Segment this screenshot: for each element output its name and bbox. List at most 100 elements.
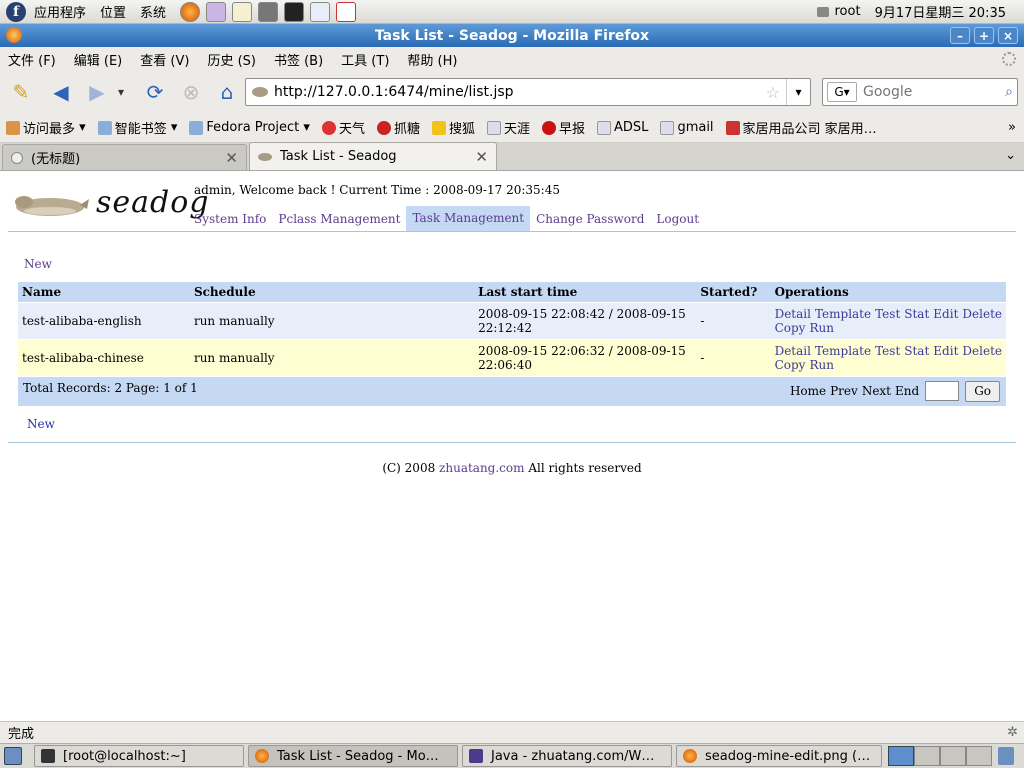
op-delete[interactable]: Delete — [962, 307, 1002, 321]
menu-edit[interactable]: 编辑 (E) — [74, 50, 123, 69]
firefox-launcher-icon[interactable] — [180, 1, 201, 22]
menu-bookmarks[interactable]: 书签 (B) — [274, 50, 323, 69]
pager-end[interactable]: End — [895, 384, 919, 398]
home-icon[interactable]: ⌂ — [214, 79, 240, 105]
op-test[interactable]: Test — [875, 307, 900, 321]
task-terminal[interactable]: [root@localhost:~] — [34, 745, 244, 767]
op-edit[interactable]: Edit — [933, 344, 958, 358]
bookmark-fedora[interactable]: Fedora Project ▾ — [189, 120, 310, 135]
nav-pclass-management[interactable]: Pclass Management — [272, 212, 406, 226]
show-desktop-icon[interactable] — [4, 747, 22, 765]
bookmark-tianya[interactable]: 天涯 — [487, 118, 530, 137]
system-menu[interactable]: 系统 — [140, 2, 166, 21]
page-number-input[interactable] — [925, 381, 960, 402]
bookmark-gmail[interactable]: gmail — [660, 120, 714, 135]
op-template[interactable]: Template — [815, 307, 871, 321]
eclipse-launcher-icon[interactable] — [336, 1, 357, 22]
customize-icon[interactable]: ✎ — [8, 79, 34, 105]
trash-icon[interactable] — [998, 747, 1014, 765]
minimize-icon[interactable]: – — [950, 27, 970, 44]
clock[interactable]: 9月17日星期三 20:35 — [875, 2, 1006, 21]
menu-help[interactable]: 帮助 (H) — [407, 50, 457, 69]
tab-close-icon[interactable]: ✕ — [475, 148, 488, 166]
search-icon[interactable]: ⌕ — [1005, 84, 1013, 100]
op-run[interactable]: Run — [809, 321, 834, 335]
task-eclipse[interactable]: Java - zhuatang.com/W… — [462, 745, 672, 767]
menu-tools[interactable]: 工具 (T) — [341, 50, 389, 69]
copyright-link[interactable]: zhuatang.com — [439, 461, 524, 475]
bookmark-home-goods[interactable]: 家居用品公司 家居用… — [725, 118, 877, 137]
url-bar[interactable]: ☆ ▾ — [245, 78, 811, 106]
bookmark-adsl[interactable]: ADSL — [597, 120, 648, 135]
close-icon[interactable]: × — [998, 27, 1018, 44]
workspace-1[interactable] — [888, 746, 914, 766]
menu-history[interactable]: 历史 (S) — [207, 50, 256, 69]
op-template[interactable]: Template — [815, 344, 871, 358]
bookmark-weather[interactable]: 天气 — [321, 118, 365, 137]
bookmark-star-icon[interactable]: ☆ — [766, 83, 780, 102]
pager-home[interactable]: Home — [790, 384, 826, 398]
gimp-launcher-icon[interactable] — [258, 1, 279, 22]
pager: Home Prev Next End Go — [786, 380, 1000, 402]
bookmarks-overflow-icon[interactable]: » — [1008, 120, 1016, 135]
go-button[interactable]: Go — [965, 380, 1000, 402]
pidgin-launcher-icon[interactable] — [206, 1, 227, 22]
task-firefox[interactable]: Task List - Seadog - Mo… — [248, 745, 458, 767]
terminal-launcher-icon[interactable] — [284, 1, 305, 22]
search-input[interactable] — [863, 84, 993, 100]
history-dropdown-icon[interactable]: ▾ — [114, 79, 128, 105]
stop-icon[interactable]: ⊗ — [178, 79, 204, 105]
op-detail[interactable]: Detail — [775, 344, 811, 358]
op-copy[interactable]: Copy — [775, 358, 806, 372]
nav-task-management[interactable]: Task Management — [406, 206, 531, 231]
tab-task-list[interactable]: Task List - Seadog ✕ — [249, 142, 497, 170]
search-engine-icon[interactable]: G▾ — [827, 82, 857, 102]
op-stat[interactable]: Stat — [904, 344, 929, 358]
workspace-2[interactable] — [914, 746, 940, 766]
url-dropdown-icon[interactable]: ▾ — [786, 79, 810, 105]
task-image-viewer[interactable]: seadog-mine-edit.png (… — [676, 745, 882, 767]
menu-file[interactable]: 文件 (F) — [8, 50, 56, 69]
new-task-link-bottom[interactable]: New — [27, 417, 55, 431]
reload-icon[interactable]: ⟳ — [142, 79, 168, 105]
menu-view[interactable]: 查看 (V) — [140, 50, 189, 69]
bookmark-sohu[interactable]: 搜狐 — [431, 118, 475, 137]
bookmark-most-visited[interactable]: 访问最多 ▾ — [6, 118, 86, 137]
fedora-logo-icon[interactable]: f — [6, 1, 26, 22]
nav-change-password[interactable]: Change Password — [530, 212, 650, 226]
tab-close-icon[interactable]: ✕ — [225, 149, 238, 167]
tab-untitled[interactable]: (无标题) ✕ — [2, 144, 247, 170]
op-edit[interactable]: Edit — [933, 307, 958, 321]
op-run[interactable]: Run — [809, 358, 834, 372]
system-menus: 应用程序 位置 系统 — [34, 2, 180, 21]
nav-logout[interactable]: Logout — [650, 212, 705, 226]
nav-system-info[interactable]: System Info — [188, 212, 272, 226]
network-launcher-icon[interactable] — [310, 1, 331, 22]
op-copy[interactable]: Copy — [775, 321, 806, 335]
bookmark-smart[interactable]: 智能书签 ▾ — [97, 118, 177, 137]
workspace-3[interactable] — [940, 746, 966, 766]
user-name[interactable]: root — [835, 4, 861, 19]
pager-prev[interactable]: Prev — [830, 384, 858, 398]
back-icon[interactable]: ◀ — [48, 79, 74, 105]
pager-next[interactable]: Next — [862, 384, 891, 398]
text-editor-launcher-icon[interactable] — [232, 1, 253, 22]
op-stat[interactable]: Stat — [904, 307, 929, 321]
applications-menu[interactable]: 应用程序 — [34, 2, 86, 21]
window-title-bar[interactable]: Task List - Seadog - Mozilla Firefox – +… — [0, 24, 1024, 47]
forward-icon[interactable]: ▶ — [84, 79, 110, 105]
bookmark-zaobao[interactable]: 早报 — [542, 118, 585, 137]
divider — [8, 442, 1016, 443]
maximize-icon[interactable]: + — [974, 27, 994, 44]
tab-list-dropdown-icon[interactable]: ⌄ — [1005, 148, 1016, 163]
places-menu[interactable]: 位置 — [100, 2, 126, 21]
workspace-4[interactable] — [966, 746, 992, 766]
op-delete[interactable]: Delete — [962, 344, 1002, 358]
bookmark-zhuatang[interactable]: 抓糖 — [376, 118, 420, 137]
op-test[interactable]: Test — [875, 344, 900, 358]
workspace-switcher[interactable] — [888, 746, 992, 766]
new-task-link-top[interactable]: New — [24, 257, 52, 271]
op-detail[interactable]: Detail — [775, 307, 811, 321]
url-input[interactable] — [274, 84, 754, 100]
search-bar[interactable]: G▾ ⌕ — [822, 78, 1018, 106]
